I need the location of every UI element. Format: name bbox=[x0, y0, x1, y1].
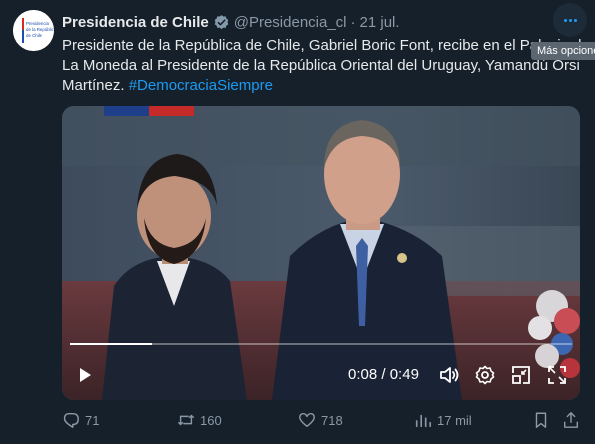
hashtag-link[interactable]: #DemocraciaSiempre bbox=[129, 77, 273, 94]
more-options-tooltip: Más opciones bbox=[531, 42, 595, 60]
svg-text:de Chile: de Chile bbox=[26, 33, 43, 38]
share-button[interactable] bbox=[562, 408, 580, 432]
reply-icon bbox=[63, 412, 79, 428]
tweet-actions: 71 160 718 17 mil bbox=[62, 408, 580, 432]
more-options-button[interactable] bbox=[553, 3, 587, 37]
video-time: 0:08 / 0:49 bbox=[348, 366, 419, 383]
tweet-text: Presidente de la República de Chile, Gab… bbox=[62, 36, 595, 96]
views-button[interactable]: 17 mil bbox=[414, 408, 472, 432]
duration: 0:49 bbox=[389, 366, 419, 383]
repost-count: 160 bbox=[200, 412, 222, 428]
repost-icon bbox=[177, 414, 195, 426]
play-icon bbox=[80, 368, 91, 382]
fullscreen-icon[interactable] bbox=[546, 364, 568, 386]
views-count: 17 mil bbox=[437, 412, 472, 428]
video-frame bbox=[62, 106, 580, 400]
views-icon bbox=[415, 414, 432, 428]
repost-button[interactable]: 160 bbox=[177, 408, 222, 432]
video-progress-bar[interactable] bbox=[70, 343, 572, 345]
reply-button[interactable]: 71 bbox=[62, 408, 99, 432]
play-button[interactable] bbox=[74, 364, 96, 386]
video-player[interactable]: 0:08 / 0:49 bbox=[62, 106, 580, 400]
bookmark-button[interactable] bbox=[532, 408, 550, 432]
header-separator: · bbox=[350, 13, 356, 31]
like-count: 718 bbox=[321, 412, 343, 428]
presidencia-logo: Presidencia de la República de Chile bbox=[13, 10, 54, 51]
like-icon bbox=[299, 412, 315, 428]
author-avatar[interactable]: Presidencia de la República de Chile bbox=[13, 10, 54, 51]
svg-text:de la República: de la República bbox=[26, 27, 54, 32]
author-handle[interactable]: @Presidencia_cl bbox=[234, 14, 347, 31]
verified-icon[interactable] bbox=[213, 14, 230, 31]
more-icon bbox=[563, 18, 577, 22]
settings-icon[interactable] bbox=[474, 364, 496, 386]
share-icon bbox=[563, 412, 579, 428]
tweet-header: Presidencia de Chile @Presidencia_cl · 2… bbox=[62, 11, 400, 33]
time-separator: / bbox=[381, 366, 386, 383]
svg-text:Presidencia: Presidencia bbox=[26, 21, 49, 26]
video-progress-fill bbox=[70, 343, 152, 345]
like-button[interactable]: 718 bbox=[298, 408, 343, 432]
pip-icon[interactable] bbox=[510, 364, 532, 386]
author-name[interactable]: Presidencia de Chile bbox=[62, 14, 209, 31]
bookmark-icon bbox=[535, 412, 547, 428]
tweet-date[interactable]: 21 jul. bbox=[360, 14, 400, 31]
volume-icon[interactable] bbox=[438, 364, 460, 386]
current-time: 0:08 bbox=[348, 366, 378, 383]
reply-count: 71 bbox=[85, 412, 100, 428]
